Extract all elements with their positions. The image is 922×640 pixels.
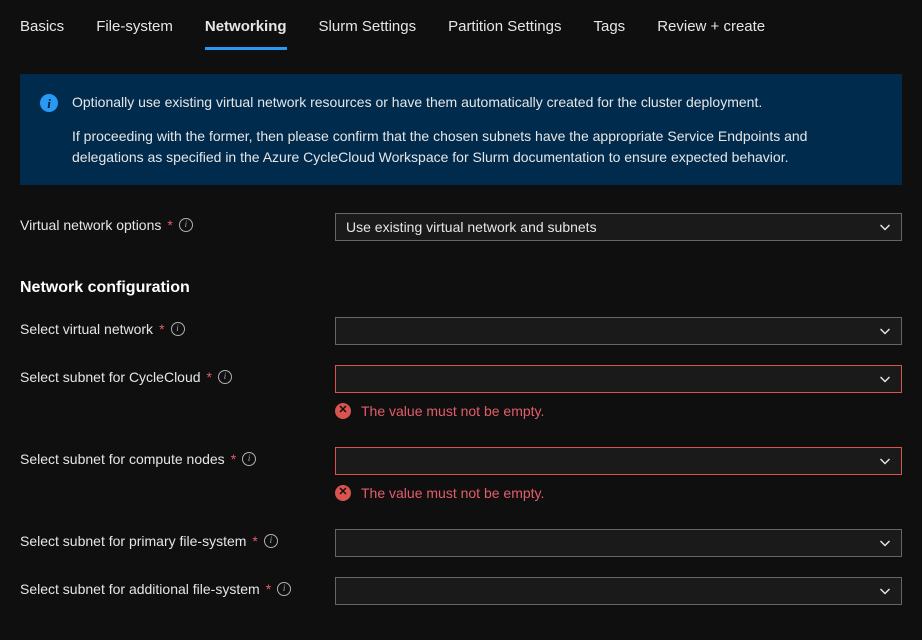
select-subnet-primary-fs-label: Select subnet for primary file-system * … xyxy=(20,529,335,549)
info-line2: If proceeding with the former, then plea… xyxy=(72,126,882,167)
error-message: ✕ The value must not be empty. xyxy=(335,403,902,419)
error-message: ✕ The value must not be empty. xyxy=(335,485,902,501)
tab-file-system[interactable]: File-system xyxy=(96,18,173,50)
tab-partition-settings[interactable]: Partition Settings xyxy=(448,18,561,50)
required-asterisk: * xyxy=(266,581,271,597)
hint-icon[interactable]: i xyxy=(179,218,193,232)
select-vnet-label: Select virtual network * i xyxy=(20,317,335,337)
select-subnet-primary-fs-dropdown[interactable] xyxy=(335,529,902,557)
required-asterisk: * xyxy=(207,369,212,385)
hint-icon[interactable]: i xyxy=(218,370,232,384)
hint-icon[interactable]: i xyxy=(171,322,185,336)
error-icon: ✕ xyxy=(335,485,351,501)
chevron-down-icon xyxy=(879,373,891,385)
select-subnet-additional-fs-label: Select subnet for additional file-system… xyxy=(20,577,335,597)
required-asterisk: * xyxy=(167,217,172,233)
select-subnet-cyclecloud-label: Select subnet for CycleCloud * i xyxy=(20,365,335,385)
select-subnet-cyclecloud-dropdown[interactable] xyxy=(335,365,902,393)
info-banner: i Optionally use existing virtual networ… xyxy=(20,74,902,185)
chevron-down-icon xyxy=(879,221,891,233)
tab-basics[interactable]: Basics xyxy=(20,18,64,50)
chevron-down-icon xyxy=(879,325,891,337)
required-asterisk: * xyxy=(231,451,236,467)
tab-bar: Basics File-system Networking Slurm Sett… xyxy=(0,0,922,50)
hint-icon[interactable]: i xyxy=(242,452,256,466)
vnet-options-select[interactable]: Use existing virtual network and subnets xyxy=(335,213,902,241)
vnet-options-value: Use existing virtual network and subnets xyxy=(346,219,597,235)
select-subnet-compute-label: Select subnet for compute nodes * i xyxy=(20,447,335,467)
info-line1: Optionally use existing virtual network … xyxy=(72,92,882,112)
required-asterisk: * xyxy=(159,321,164,337)
tab-review-create[interactable]: Review + create xyxy=(657,18,765,50)
vnet-options-label: Virtual network options * i xyxy=(20,213,335,233)
required-asterisk: * xyxy=(252,533,257,549)
select-subnet-compute-dropdown[interactable] xyxy=(335,447,902,475)
hint-icon[interactable]: i xyxy=(277,582,291,596)
info-icon: i xyxy=(40,94,58,112)
tab-tags[interactable]: Tags xyxy=(594,18,626,50)
tab-slurm-settings[interactable]: Slurm Settings xyxy=(319,18,417,50)
tab-networking[interactable]: Networking xyxy=(205,18,287,50)
select-subnet-additional-fs-dropdown[interactable] xyxy=(335,577,902,605)
chevron-down-icon xyxy=(879,537,891,549)
select-vnet-dropdown[interactable] xyxy=(335,317,902,345)
error-icon: ✕ xyxy=(335,403,351,419)
info-text: Optionally use existing virtual network … xyxy=(72,92,882,167)
chevron-down-icon xyxy=(879,455,891,467)
chevron-down-icon xyxy=(879,585,891,597)
network-config-title: Network configuration xyxy=(20,279,902,297)
hint-icon[interactable]: i xyxy=(264,534,278,548)
